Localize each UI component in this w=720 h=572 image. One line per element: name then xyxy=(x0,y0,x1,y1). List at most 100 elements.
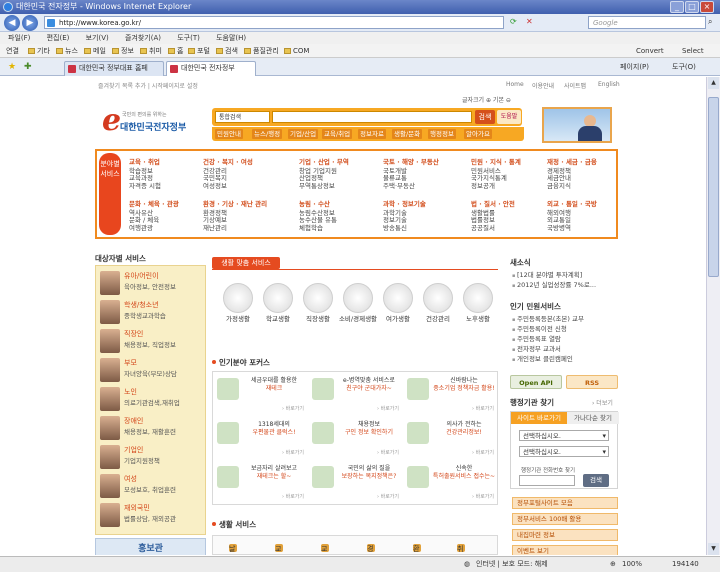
fav-folder[interactable]: 메일 xyxy=(84,44,106,58)
category-tab[interactable]: 행정정보 xyxy=(428,129,456,139)
org-select-1[interactable]: 선택하십시오. xyxy=(519,430,609,441)
service-link[interactable]: 체험학습 xyxy=(299,224,337,233)
org-more-link[interactable]: › 더보기 xyxy=(592,398,613,407)
service-link[interactable]: 금융지식 xyxy=(547,182,597,191)
popular-service-item[interactable]: 주민등록이전 신청 xyxy=(512,325,584,335)
stop-icon[interactable]: ✕ xyxy=(526,17,533,26)
close-button[interactable]: × xyxy=(700,1,714,13)
page-menu[interactable]: 페이지(P) xyxy=(620,62,649,72)
select-button[interactable]: Select xyxy=(682,44,704,58)
service-link[interactable]: 정보공개 xyxy=(471,182,521,191)
popular-item[interactable]: 국민의 삶의 질을 보장하는 복지정책은? › 바로가기 xyxy=(308,460,403,504)
life-icon-health[interactable]: 건강관리 xyxy=(418,283,458,335)
news-item[interactable]: 2012년 실업성장률 7%로... xyxy=(512,281,596,291)
category-tab[interactable]: 교육/취업 xyxy=(322,129,353,139)
tab-egov[interactable]: 대한민국 전자정부 xyxy=(166,61,256,76)
util-home[interactable]: Home xyxy=(506,81,524,88)
search-help-button[interactable]: 도움말 xyxy=(497,110,521,124)
menu-file[interactable]: 파일(F) xyxy=(8,34,30,42)
menu-edit[interactable]: 편집(E) xyxy=(47,34,70,42)
menu-tools[interactable]: 도구(T) xyxy=(177,34,200,42)
service-heading[interactable]: 법 · 질서 · 안전 xyxy=(471,200,515,209)
target-item[interactable]: 여성 모성보호, 취업훈련 xyxy=(100,473,204,501)
category-tab[interactable]: 기업/산업 xyxy=(288,129,319,139)
org-search-button[interactable]: 검색 xyxy=(583,474,609,487)
favorites-star-icon[interactable]: ★ xyxy=(8,62,16,72)
fav-folder[interactable]: 검색 xyxy=(216,44,238,58)
add-favorite-icon[interactable]: ✚ xyxy=(24,62,32,72)
fav-folder[interactable]: 포털 xyxy=(188,44,210,58)
fav-folder[interactable]: 뉴스 xyxy=(56,44,78,58)
popular-item[interactable]: e-병역맞춤 서비스로 친구야 군대가자~ › 바로가기 xyxy=(308,372,403,416)
search-scope-select[interactable]: 통합검색 xyxy=(215,111,270,123)
life-icon-home[interactable]: 가정생활 xyxy=(218,283,258,335)
gov-portal-button[interactable]: 정부포털사이트 모음 xyxy=(512,497,618,509)
service-heading[interactable]: 재정 · 세금 · 금융 xyxy=(547,158,597,167)
util-guide[interactable]: 이용안내 xyxy=(532,81,554,90)
service-link[interactable]: 국방병역 xyxy=(547,224,597,233)
service-link[interactable]: 주택·부동산 xyxy=(383,182,439,191)
life-icon-leisure[interactable]: 여가생활 xyxy=(378,283,418,335)
service-link[interactable]: 자격증 시험 xyxy=(129,182,161,191)
popular-service-item[interactable]: 전자정부 교과서 xyxy=(512,345,584,355)
tab-alphabetical[interactable]: 가나다순 찾기 xyxy=(567,412,619,424)
service-link[interactable]: 여행관광 xyxy=(129,224,179,233)
menu-favorites[interactable]: 즐겨찾기(A) xyxy=(125,34,161,42)
maximize-button[interactable]: □ xyxy=(685,1,699,13)
target-item[interactable]: 직장인 채용정보, 직업정보 xyxy=(100,328,204,356)
popular-service-item[interactable]: 개인정보 클린캠페인 xyxy=(512,355,584,365)
category-tab[interactable]: 뉴스/행정 xyxy=(252,129,283,139)
tools-menu[interactable]: 도구(O) xyxy=(672,62,696,72)
fav-folder[interactable]: 품질관리 xyxy=(244,44,279,58)
scroll-thumb[interactable] xyxy=(708,97,719,277)
service-heading[interactable]: 기업 · 산업 · 무역 xyxy=(299,158,349,167)
tab-korea-portal[interactable]: 대한민국 정부대표 홈페이... xyxy=(64,61,164,85)
event-button[interactable]: 이벤트 보기 xyxy=(512,545,618,555)
fav-folder[interactable]: 홈 xyxy=(168,44,183,58)
convert-button[interactable]: Convert xyxy=(636,44,664,58)
tab-site-shortcut[interactable]: 사이트 바로가기 xyxy=(511,412,567,424)
util-sitemap[interactable]: 사이트맵 xyxy=(564,81,586,90)
popular-item[interactable]: 신바람나는 중소기업 정책자금 활용! › 바로가기 xyxy=(403,372,498,416)
minimize-button[interactable]: _ xyxy=(670,1,684,13)
url-input[interactable]: http://www.korea.go.kr/ xyxy=(44,16,504,29)
rss-button[interactable]: RSS xyxy=(566,375,618,389)
target-item[interactable]: 노인 의료기관검색,재취업 xyxy=(100,386,204,414)
category-tab[interactable]: 생활/문화 xyxy=(392,129,423,139)
google-search-input[interactable]: Google xyxy=(588,16,706,29)
org-phone-input[interactable] xyxy=(519,475,575,486)
service-heading[interactable]: 문화 · 체육 · 관광 xyxy=(129,200,179,209)
egov-logo[interactable]: e 국민의 편의를 위하는 대한민국전자정부 xyxy=(102,103,212,138)
back-button[interactable]: ◀ xyxy=(4,15,20,31)
service-heading[interactable]: 국토 · 해양 · 부동산 xyxy=(383,158,439,167)
service-heading[interactable]: 교육 · 취업 xyxy=(129,158,161,167)
minister-banner[interactable] xyxy=(542,107,612,143)
life-icon-senior[interactable]: 노후생활 xyxy=(458,283,498,335)
category-tab[interactable]: 정보자료 xyxy=(358,129,386,139)
popular-item[interactable]: 보금자리 살려보고 재테크는 할~ › 바로가기 xyxy=(213,460,308,504)
popular-item[interactable]: 채용정보 구인 정보 확인하기 › 바로가기 xyxy=(308,416,403,460)
font-size-control[interactable]: 글자크기 ⊕ 기본 ⊖ xyxy=(462,95,511,104)
category-tab[interactable]: 알아가요 xyxy=(464,129,492,139)
service-heading[interactable]: 환경 · 기상 · 재난 관리 xyxy=(203,200,267,209)
category-tab[interactable]: 민원안내 xyxy=(215,129,243,139)
service-link[interactable]: 방송통신 xyxy=(383,224,426,233)
target-item[interactable]: 학생/청소년 중학생교과학습 xyxy=(100,299,204,327)
fav-folder[interactable]: 기타 xyxy=(28,44,50,58)
service-link[interactable]: 공공질서 xyxy=(471,224,515,233)
popular-service-item[interactable]: 주민등록표 열람 xyxy=(512,335,584,345)
cyber-pr-banner[interactable]: 홍보관 xyxy=(95,538,206,555)
target-item[interactable]: 유아/어린이 육아정보, 안전정보 xyxy=(100,270,204,298)
fav-folder[interactable]: 정보 xyxy=(112,44,134,58)
popular-item[interactable]: 1318세대의 우편물관 클럭스! › 바로가기 xyxy=(213,416,308,460)
service-heading[interactable]: 건강 · 복지 · 여성 xyxy=(203,158,253,167)
util-english[interactable]: English xyxy=(598,81,620,88)
target-item[interactable]: 기업인 기업지원정책 xyxy=(100,444,204,472)
service-heading[interactable]: 민원 · 지식 · 통계 xyxy=(471,158,521,167)
life-service-tab[interactable]: 생활 맞춤 서비스 xyxy=(212,257,280,269)
target-item[interactable]: 부모 자녀양육(부모)상담 xyxy=(100,357,204,385)
vertical-scrollbar[interactable]: ▲ ▼ xyxy=(706,77,720,555)
life-icon-work[interactable]: 직장생활 xyxy=(298,283,338,335)
housing-info-button[interactable]: 내집마련 정보 xyxy=(512,529,618,541)
popular-item[interactable]: 의사가 전하는 건강관리정보! › 바로가기 xyxy=(403,416,498,460)
